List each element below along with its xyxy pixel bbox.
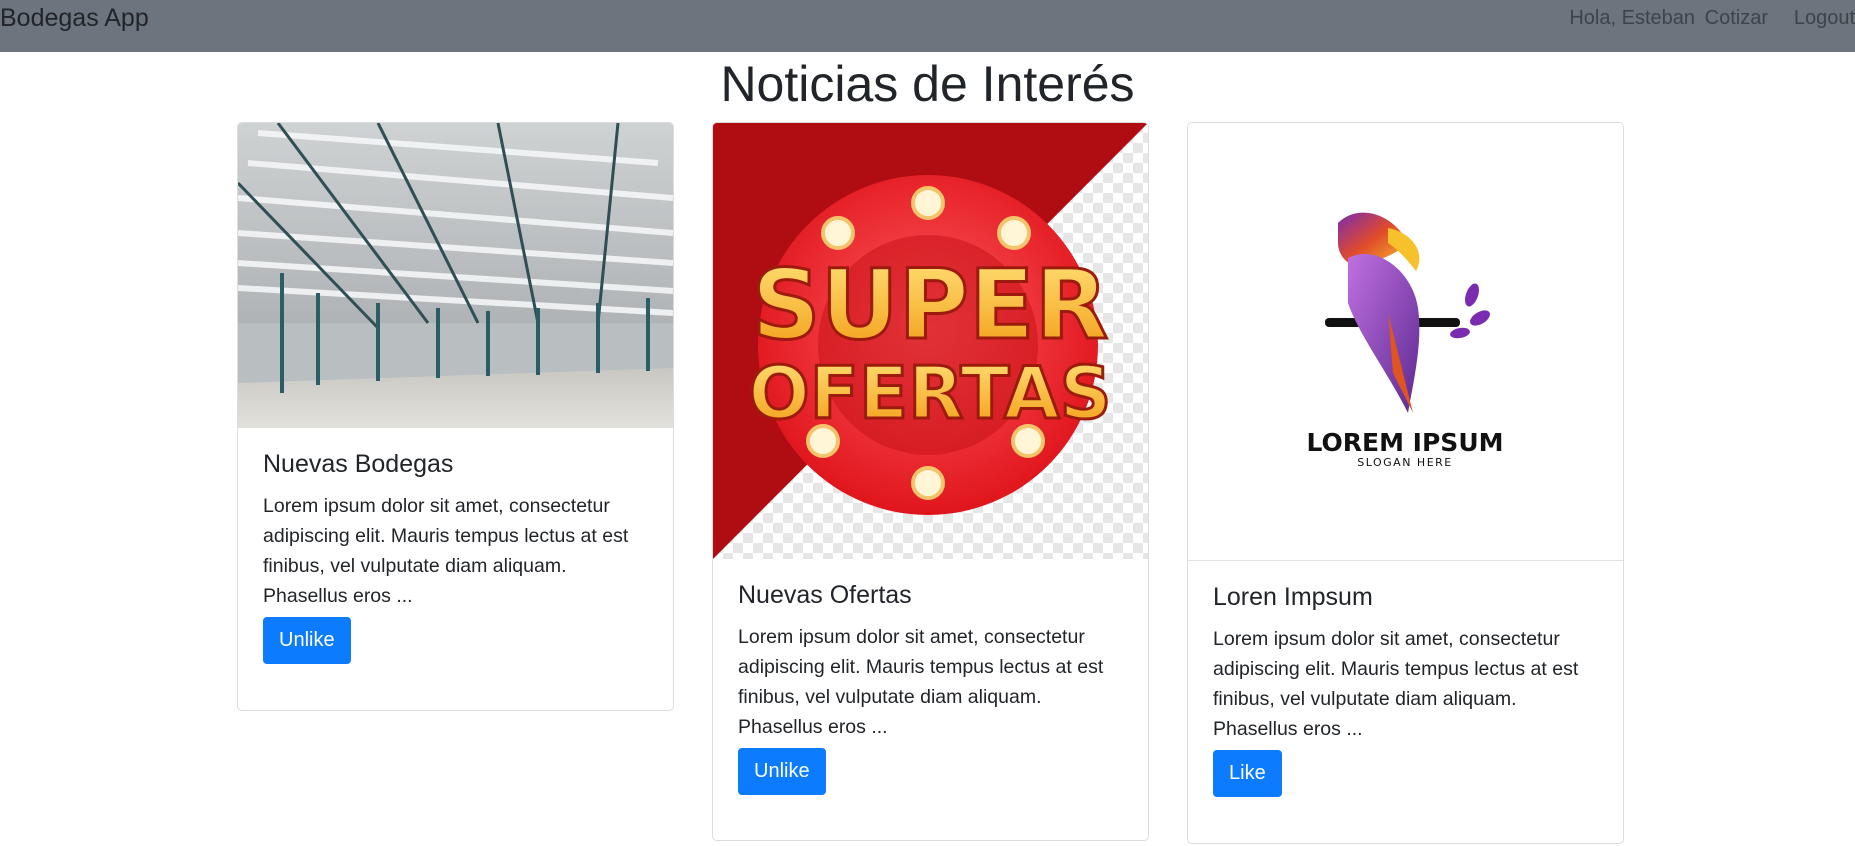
card-title: Nuevas Ofertas [738, 581, 912, 609]
card-text: Lorem ipsum dolor sit amet, consectetur … [263, 495, 629, 607]
logo-text: LOREM IPSUM [1306, 428, 1503, 457]
unlike-button[interactable]: Unlike [738, 748, 826, 795]
user-greeting: Hola, Esteban [1569, 7, 1695, 29]
news-card-ofertas: SUPER OFERTAS Nuevas Ofertas Lorem ipsum… [712, 122, 1149, 841]
news-card-lorem: LOREM IPSUM SLOGAN HERE Loren Impsum Lor… [1187, 122, 1624, 844]
like-button[interactable]: Like [1213, 750, 1282, 797]
page-title: Noticias de Interés [720, 56, 1135, 112]
card-title: Loren Impsum [1213, 583, 1373, 611]
logo-slogan: SLOGAN HERE [1357, 456, 1452, 469]
nav-cotizar-link[interactable]: Cotizar [1705, 4, 1768, 32]
nav-logout-link[interactable]: Logout [1794, 4, 1855, 32]
bird-logo-image: LOREM IPSUM SLOGAN HERE [1188, 123, 1623, 561]
card-text: Lorem ipsum dolor sit amet, consectetur … [1213, 628, 1579, 740]
navbar: Bodegas App Hola, Esteban Cotizar Logout [0, 0, 1855, 52]
news-card-bodegas: Nuevas Bodegas Lorem ipsum dolor sit ame… [237, 122, 674, 711]
card-title: Nuevas Bodegas [263, 450, 454, 478]
brand-link[interactable]: Bodegas App [0, 2, 149, 34]
unlike-button[interactable]: Unlike [263, 617, 351, 664]
card-text: Lorem ipsum dolor sit amet, consectetur … [738, 626, 1104, 738]
promo-text-super: SUPER [752, 249, 1109, 361]
warehouse-image [238, 123, 673, 428]
super-ofertas-image: SUPER OFERTAS [713, 123, 1148, 559]
promo-text-ofertas: OFERTAS [749, 351, 1112, 435]
